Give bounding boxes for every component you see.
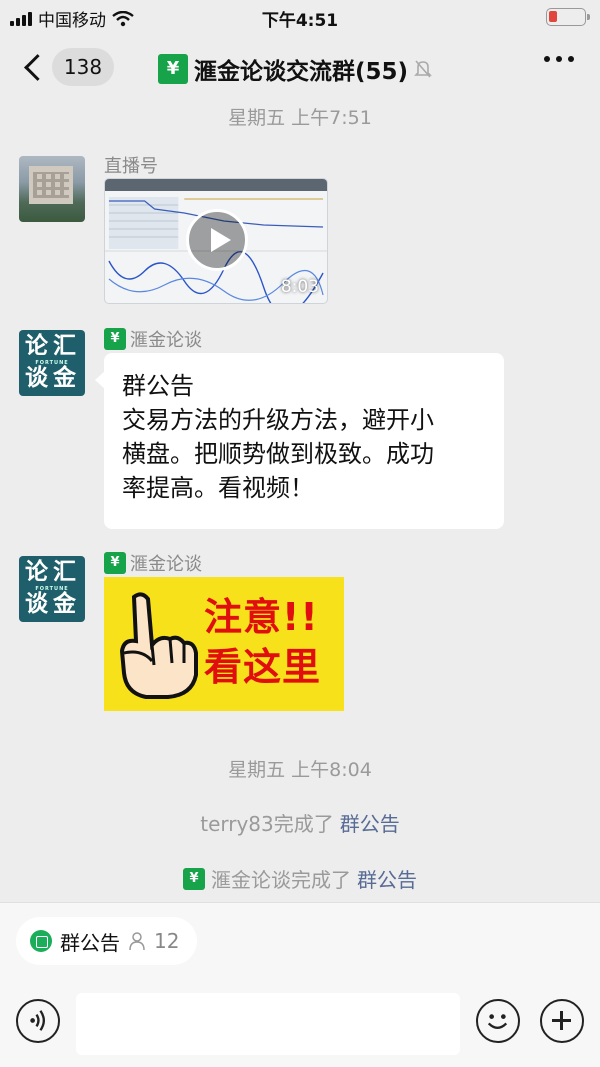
nav-bar: 138 ¥ 滙金论谈交流群(55) [0, 34, 600, 102]
group-title-text: 滙金论谈交流群(55) [194, 59, 409, 85]
announcement-line: 交易方法的升级方法，避开小 [122, 406, 434, 434]
message-input[interactable] [76, 993, 460, 1055]
system-message: terry83完成了 群公告 [0, 808, 600, 837]
announcement-icon [30, 930, 52, 952]
status-bar: 中国移动 下午4:51 [0, 0, 600, 34]
sender-name: ¥ 滙金论谈 [104, 326, 202, 352]
announcement-link[interactable]: 群公告 [340, 808, 400, 837]
announcement-bubble[interactable]: 群公告 交易方法的升级方法，避开小 横盘。把顺势做到极致。成功 率提高。看视频！ [95, 353, 504, 529]
sender-name: 直播号 [104, 156, 158, 177]
play-icon[interactable] [186, 209, 248, 271]
more-dots-icon[interactable] [544, 56, 574, 62]
announcement-line: 横盘。把顺势做到极致。成功 [122, 440, 434, 468]
announcement-link[interactable]: 群公告 [357, 864, 417, 893]
chevron-left-icon[interactable] [20, 52, 50, 82]
timestamp: 星期五 上午7:51 [228, 107, 372, 129]
read-count: 12 [154, 929, 180, 953]
avatar-char: 汇 [53, 332, 76, 359]
system-message: ¥ 滙金论谈完成了 群公告 [0, 864, 600, 893]
video-message[interactable]: 8:03 [104, 178, 328, 304]
announcement-heading: 群公告 [122, 372, 194, 400]
pointing-hand-icon [119, 592, 198, 699]
avatar[interactable]: 论 汇 FORTUNE 谈 金 [19, 330, 85, 396]
announcement-pill[interactable]: 群公告 12 [16, 917, 198, 965]
bottom-panel: 群公告 12 [0, 902, 600, 1067]
battery-icon [546, 8, 590, 26]
group-title: ¥ 滙金论谈交流群(55) [158, 52, 432, 86]
emoji-icon[interactable] [476, 999, 520, 1043]
avatar-char: 汇 [53, 558, 76, 585]
plus-icon[interactable] [540, 999, 584, 1043]
announcement-pill-label: 群公告 [60, 930, 120, 955]
avatar[interactable]: 论 汇 FORTUNE 谈 金 [19, 556, 85, 622]
video-duration: 8:03 [280, 277, 319, 297]
unread-count-badge[interactable]: 138 [52, 48, 114, 86]
voice-icon[interactable] [16, 999, 60, 1043]
avatar-char: 论 [25, 558, 48, 585]
avatar-char: 谈 [25, 364, 48, 391]
brand-logo-icon: ¥ [183, 867, 205, 890]
sender-name-text: 滙金论谈 [130, 330, 202, 351]
brand-logo-icon: ¥ [158, 54, 188, 84]
avatar-char: 论 [25, 332, 48, 359]
avatar-char: 金 [53, 590, 76, 617]
system-message-text: terry83完成了 [200, 812, 334, 836]
timestamp: 星期五 上午8:04 [228, 759, 372, 781]
sticker-text: 注意!! [204, 595, 319, 639]
sender-name-text: 滙金论谈 [130, 554, 202, 575]
avatar-char: 金 [53, 364, 76, 391]
sticker-message[interactable]: 注意!! 看这里 [104, 577, 344, 711]
avatar-char: 谈 [25, 590, 48, 617]
system-message-text: 滙金论谈完成了 [211, 868, 351, 892]
bell-off-icon [414, 60, 432, 78]
announcement-line: 率提高。看视频！ [122, 474, 314, 502]
brand-logo-icon: ¥ [104, 552, 126, 574]
avatar[interactable] [19, 156, 85, 222]
sticker-text: 看这里 [204, 645, 322, 689]
brand-logo-icon: ¥ [104, 328, 126, 350]
person-icon [129, 932, 145, 951]
status-time: 下午4:51 [261, 11, 339, 31]
sender-name: ¥ 滙金论谈 [104, 550, 202, 576]
